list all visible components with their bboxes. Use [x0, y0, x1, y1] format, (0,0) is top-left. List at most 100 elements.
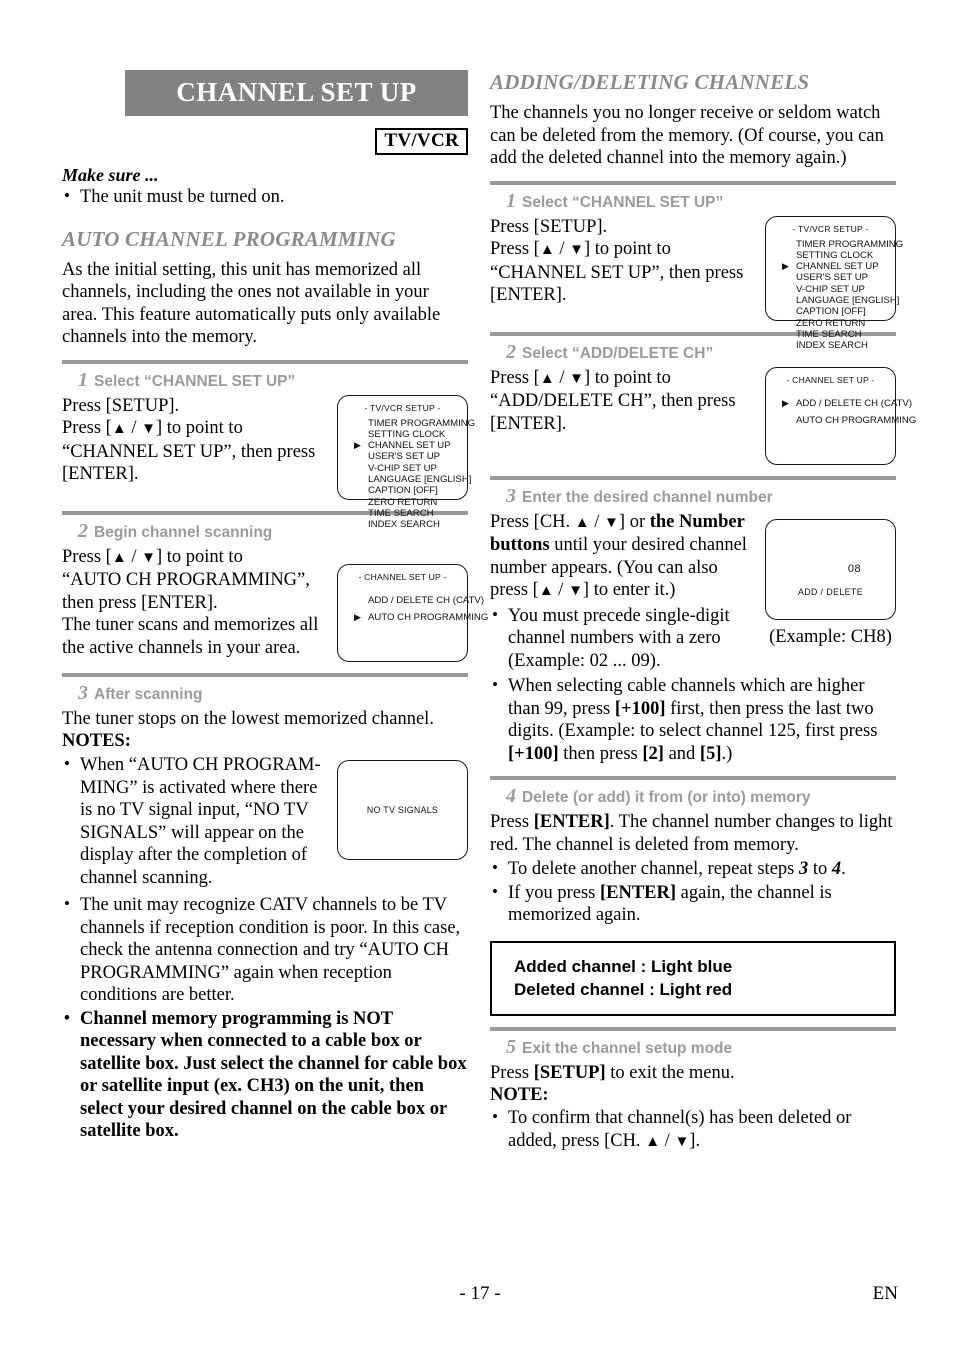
osd-item-label: USER'S SET UP — [368, 451, 441, 463]
step-heading-text: Exit the channel setup mode — [522, 1039, 733, 1057]
step-line-text: “CHANNEL SET UP”, then press — [490, 262, 744, 283]
adding-deleting-intro: The channels you no longer receive or se… — [490, 103, 884, 168]
step-body-r2: Press [▲ / ▼] to point to “ADD/DELETE CH… — [490, 366, 916, 465]
step-line: Press [▲ / ▼] to point to — [490, 367, 671, 388]
step-heading-l1: 1 Select “CHANNEL SET UP” — [62, 370, 468, 392]
step-heading-text: Select “ADD/DELETE CH” — [522, 344, 714, 362]
down-arrow-icon: ▼ — [604, 514, 619, 531]
step-body-l2: Press [▲ / ▼] to point to “AUTO CH PROGR… — [62, 546, 488, 662]
osd-menu-item-selected: ▶ AUTO CH PROGRAMMING — [338, 609, 488, 626]
note-text: then press — [558, 743, 643, 764]
osd-menu-item: ▶TIME SEARCH — [766, 329, 895, 340]
note-text: to — [808, 859, 832, 879]
step-line-text: “ADD/DELETE CH”, then press — [490, 391, 736, 411]
step-heading-r1: 1 Select “CHANNEL SET UP” — [490, 191, 896, 213]
osd-menu-item: ▶V-CHIP SET UP — [766, 284, 895, 295]
step-line-text: “AUTO CH PROGRAMMING”, — [62, 570, 310, 590]
step-divider — [490, 475, 896, 480]
up-arrow-icon: ▲ — [539, 370, 555, 387]
step-line: Press [SETUP]. — [62, 395, 329, 418]
step-body-r5: Press [SETUP] to exit the menu. NOTE: To… — [490, 1062, 896, 1154]
step-r3-notes-part2: When selecting cable channels which are … — [490, 674, 896, 765]
osd-item-label: TIMER PROGRAMMING — [796, 238, 904, 250]
page-number: - 17 - — [459, 1283, 501, 1304]
step-number: 2 — [78, 519, 88, 542]
osd-menu-item-selected: ▶ ADD / DELETE CH (CATV) — [766, 395, 912, 412]
step-number: 2 — [506, 340, 516, 363]
osd-menu-item: ▶V-CHIP SET UP — [338, 463, 467, 474]
osd-item-label: ZERO RETURN — [368, 496, 438, 508]
tv-vcr-badge: TV/VCR — [375, 128, 468, 155]
legend-line-added: Added channel : Light blue — [514, 956, 733, 976]
step-line-text: Press [ — [62, 418, 112, 438]
down-arrow-icon: ▼ — [141, 421, 156, 437]
osd-item-label: LANGUAGE [ENGLISH] — [796, 294, 900, 306]
notes-label: NOTES: — [62, 731, 131, 751]
osd-item-label: ADD / DELETE CH (CATV) — [796, 397, 913, 409]
osd-menu-item: ▶SETTING CLOCK — [766, 250, 895, 261]
step-line-text: then press [ENTER]. — [62, 592, 218, 613]
osd-menu-list: ▶TIMER PROGRAMMING ▶SETTING CLOCK ▶ CHANN… — [338, 418, 475, 531]
note-bold: [+100] — [508, 743, 559, 764]
list-item: To confirm that channel(s) has been dele… — [490, 1106, 896, 1153]
section-title-auto-channel: AUTO CHANNEL PROGRAMMING — [62, 226, 396, 251]
step-line: Press [▲ / ▼] to point to — [62, 546, 243, 567]
step-text-r2: Press [▲ / ▼] to point to “ADD/DELETE CH… — [490, 367, 757, 436]
note-text: . — [841, 859, 846, 879]
note-text-col: When “AUTO CH PROGRAM-MING” is activated… — [62, 753, 329, 890]
step-heading-text: Select “CHANNEL SET UP” — [522, 193, 724, 211]
step-paragraph: Press [CH. ▲ / ▼] or the Number buttons … — [490, 511, 747, 601]
osd-menu-item: ▶LANGUAGE [ENGLISH] — [766, 295, 899, 306]
step-paragraph: Press [SETUP] to exit the menu. — [490, 1062, 896, 1085]
step-line-text: Press — [490, 1062, 534, 1083]
step-line-text: Press [CH. — [490, 511, 575, 532]
osd-menu-item: ▶ZERO RETURN — [766, 318, 895, 329]
auto-channel-intro: As the initial setting, this unit has me… — [62, 259, 441, 348]
step-number: 5 — [506, 1035, 516, 1058]
step-r3-with-osd: Press [CH. ▲ / ▼] or the Number buttons … — [490, 511, 896, 674]
badge-row: TV/VCR — [62, 128, 468, 155]
step-line-text: Press [ — [490, 367, 540, 388]
step-line-text: ] to point to — [583, 239, 671, 259]
down-arrow-icon: ▼ — [674, 1133, 690, 1150]
notes-list-part2: The unit may recognize CATV channels to … — [62, 893, 468, 1143]
list-item: The unit must be turned on. — [62, 185, 468, 209]
step-line: Press [▲ / ▼] to point to — [490, 239, 671, 259]
osd-message: NO TV SIGNALS — [366, 805, 439, 815]
osd-menu-item: ▶SETTING CLOCK — [338, 429, 467, 440]
list-item: When selecting cable channels which are … — [490, 674, 896, 765]
step-line-text: Press [SETUP]. — [490, 216, 608, 237]
osd-menu-item: ▶USER'S SET UP — [338, 451, 467, 462]
step-r5-notes: To confirm that channel(s) has been dele… — [490, 1106, 896, 1153]
osd-item-label: AUTO CH PROGRAMMING — [368, 611, 489, 623]
step-line-text: Press [SETUP]. — [62, 395, 180, 416]
step-heading-r4: 4 Delete (or add) it from (or into) memor… — [490, 786, 896, 808]
step-line-text: ] or — [618, 511, 650, 532]
note-step-ref: 3 — [798, 859, 809, 879]
step-line-text: Press — [490, 812, 534, 832]
osd-item-label: SETTING CLOCK — [796, 249, 874, 261]
osd-col-l3: NO TV SIGNALS — [337, 754, 468, 860]
note-with-osd: When “AUTO CH PROGRAM-MING” is activated… — [62, 753, 468, 890]
osd-item-label: AUTO CH PROGRAMMING — [796, 414, 917, 426]
list-item: The unit may recognize CATV channels to … — [62, 893, 468, 1007]
osd-menu-item: ▶USER'S SET UP — [766, 272, 895, 283]
osd-item-label: TIME SEARCH — [368, 507, 434, 519]
step-line: [ENTER]. — [490, 413, 757, 436]
selection-arrow-icon: ▶ — [782, 261, 789, 272]
step-line-bold: [SETUP] — [533, 1062, 606, 1083]
step-number: 4 — [506, 785, 516, 807]
make-sure-list: The unit must be turned on. — [62, 185, 468, 209]
note-text: If you press — [508, 882, 600, 903]
step-text-l1: Press [SETUP]. Press [▲ / ▼] to point to… — [62, 395, 329, 486]
step-line: Press [SETUP]. — [490, 216, 757, 239]
step-text-l2: Press [▲ / ▼] to point to “AUTO CH PROGR… — [62, 546, 329, 660]
osd-menu-list: ▶ADD / DELETE CH (CATV) ▶ AUTO CH PROGRAM… — [338, 592, 488, 626]
step-divider — [490, 776, 896, 780]
page-title: CHANNEL SET UP — [125, 70, 468, 116]
osd-item-label: TIME SEARCH — [796, 328, 862, 340]
step-line: [ENTER]. — [62, 463, 329, 486]
osd-menu-item: ▶TIMER PROGRAMMING — [766, 239, 903, 250]
osd-col-l1: - TV/VCR SETUP - ▶TIMER PROGRAMMING ▶SET… — [337, 394, 475, 530]
osd-menu-item: ▶AUTO CH PROGRAMMING — [766, 412, 916, 429]
